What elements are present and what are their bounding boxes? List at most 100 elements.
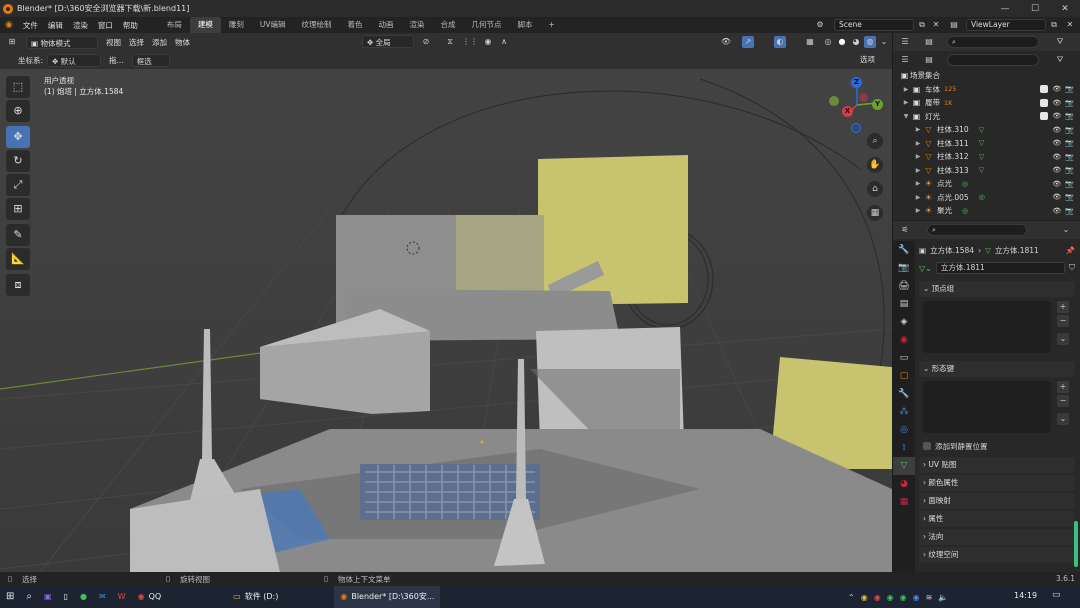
render-tab-icon[interactable]: 📷	[893, 259, 915, 277]
tab-compositing[interactable]: 合成	[432, 17, 463, 33]
gizmo-neg-z-icon[interactable]	[851, 123, 861, 133]
outliner-row[interactable]: ▶ ☀ 点光 ◎ 👁 📷	[893, 177, 1080, 191]
expand-arrow-icon[interactable]: ▼	[901, 113, 911, 120]
zoom-icon[interactable]: ⌕	[867, 133, 883, 149]
camera-icon[interactable]: 📷	[1065, 99, 1074, 107]
menu-view[interactable]: 视图	[102, 36, 125, 49]
wps-icon[interactable]: W	[112, 586, 132, 608]
color-attributes-panel-header[interactable]: › 颜色属性	[919, 475, 1075, 491]
tab-scripting[interactable]: 脚本	[509, 17, 540, 33]
expand-arrow-icon[interactable]: ▶	[901, 99, 911, 106]
tab-rendering[interactable]: 渲染	[401, 17, 432, 33]
tab-texture-paint[interactable]: 纹理绘制	[293, 17, 339, 33]
expand-arrow-icon[interactable]: ▶	[913, 126, 923, 133]
camera-icon[interactable]: 📷	[1065, 126, 1074, 134]
transform-icon[interactable]: ⊞	[6, 198, 30, 220]
taskbar-qq[interactable]: ◉ QQ	[132, 586, 168, 608]
drag-label[interactable]: 拖...	[105, 54, 128, 67]
mail-app-icon[interactable]: ✉	[93, 586, 112, 608]
options-dropdown[interactable]: 选项	[856, 53, 879, 66]
cursor-icon[interactable]: ⊕	[6, 100, 30, 122]
remove-vertex-group-icon[interactable]: −	[1057, 315, 1069, 327]
rendered-shading-icon[interactable]: ◍	[864, 36, 876, 48]
spotify-icon[interactable]: ●	[74, 586, 93, 608]
add-shape-key-icon[interactable]: +	[1057, 381, 1069, 393]
eye-icon[interactable]: 👁	[1052, 85, 1061, 93]
outliner-search-input[interactable]: ⌕	[947, 36, 1039, 48]
mesh-name-field[interactable]: 立方体.1811	[935, 262, 1065, 274]
expand-arrow-icon[interactable]: ▶	[901, 86, 911, 93]
chevron-up-icon[interactable]: ⌃	[848, 593, 855, 602]
volume-icon[interactable]: 🔈	[938, 593, 948, 602]
close-icon[interactable]: ✕	[1050, 4, 1080, 14]
remove-shape-key-icon[interactable]: −	[1057, 395, 1069, 407]
view-layer-tab-icon[interactable]: ▤	[893, 295, 915, 313]
expand-arrow-icon[interactable]: ▶	[913, 180, 923, 187]
filter-icon-2[interactable]: ⛛	[1054, 54, 1066, 66]
exclude-checkbox[interactable]	[1040, 98, 1049, 107]
eye-icon[interactable]: 👁	[1052, 126, 1061, 134]
menu-edit[interactable]: 编辑	[43, 20, 68, 31]
gizmo-neg-x-icon[interactable]	[859, 93, 868, 102]
wifi-icon[interactable]: ≋	[926, 593, 933, 602]
outliner-row[interactable]: ▶ ▽ 柱体.311 ▽ 👁 📷	[893, 137, 1080, 151]
taskbar-explorer[interactable]: ▭ 软件 (D:)	[227, 586, 284, 608]
menu-select[interactable]: 选择	[125, 36, 148, 49]
eye-icon[interactable]: 👁	[1052, 180, 1061, 188]
tray-app-icon-5[interactable]: ◉	[913, 593, 920, 602]
vertex-groups-panel-header[interactable]: ⌄ 顶点组	[919, 281, 1075, 297]
menu-window[interactable]: 窗口	[93, 20, 118, 31]
scene-new-icon[interactable]: ⧉	[916, 19, 928, 31]
vertex-group-menu-icon[interactable]: ⌄	[1057, 333, 1069, 345]
normals-panel-header[interactable]: › 法向	[919, 529, 1075, 545]
outliner-search-input-2[interactable]	[947, 54, 1039, 66]
expand-arrow-icon[interactable]: ▶	[913, 140, 923, 147]
scene-tab-icon[interactable]: ◈	[893, 313, 915, 331]
material-tab-icon[interactable]: ◕	[893, 475, 915, 493]
camera-icon[interactable]: 📷	[1065, 139, 1074, 147]
wireframe-shading-icon[interactable]: ◎	[822, 36, 834, 48]
filter-icon[interactable]: ⛛	[1054, 36, 1066, 48]
file-app-icon[interactable]: ▯	[58, 586, 74, 608]
clock[interactable]: 14:19	[1014, 591, 1037, 600]
select-mode-dropdown[interactable]: 框选	[131, 53, 170, 67]
vertex-groups-list[interactable]	[923, 301, 1051, 353]
attributes-panel-header[interactable]: › 属性	[919, 511, 1075, 527]
view-layer-field[interactable]: ViewLayer	[966, 19, 1046, 31]
eye-icon[interactable]: 👁	[1052, 166, 1061, 174]
camera-icon[interactable]: 📷	[1065, 180, 1074, 188]
tray-app-icon[interactable]: ◉	[861, 593, 868, 602]
tab-shading[interactable]: 着色	[339, 17, 370, 33]
camera-icon[interactable]: 📷	[1065, 207, 1074, 215]
windows-start-icon[interactable]: ⊞	[0, 586, 20, 608]
xray-icon[interactable]: ▦	[804, 36, 816, 48]
scale-icon[interactable]: ⤢	[6, 174, 30, 196]
menu-help[interactable]: 帮助	[118, 20, 143, 31]
outliner-row[interactable]: ▶ ☀ 聚光 ◎ 👁 📷	[893, 204, 1080, 218]
tool-tab-icon[interactable]: 🔧	[893, 241, 915, 259]
shape-key-menu-icon[interactable]: ⌄	[1057, 413, 1069, 425]
rotate-icon[interactable]: ↻	[6, 150, 30, 172]
menu-render[interactable]: 渲染	[68, 20, 93, 31]
menu-add[interactable]: 添加	[148, 36, 171, 49]
expand-arrow-icon[interactable]: ▶	[913, 153, 923, 160]
select-box-icon[interactable]: ⬚	[6, 76, 30, 98]
exclude-checkbox[interactable]	[1040, 112, 1049, 121]
taskbar-blender[interactable]: ◉ Blender* [D:\360安...	[334, 586, 441, 608]
snap-target-icon[interactable]: ⋮⋮	[462, 36, 478, 48]
scene-selector-icon[interactable]: ⚙	[814, 19, 826, 31]
editor-type-icon[interactable]: ⊞	[6, 36, 18, 48]
fake-user-shield-icon[interactable]: ⛉	[1069, 263, 1075, 273]
blender-menu-icon[interactable]: ◉	[0, 20, 18, 30]
tab-sculpt[interactable]: 雕刻	[221, 17, 252, 33]
visibility-icon[interactable]: 👁	[720, 36, 732, 48]
camera-icon[interactable]: 📷	[1065, 193, 1074, 201]
tab-uv-editing[interactable]: UV编辑	[252, 17, 294, 33]
world-tab-icon[interactable]: ◉	[893, 331, 915, 349]
outliner-row[interactable]: ▼ ▣ 灯光 👁 📷	[893, 110, 1080, 124]
scene-collection-row[interactable]: ▣ 场景集合	[893, 69, 1080, 83]
camera-icon[interactable]: 📷	[1065, 112, 1074, 120]
3d-viewport[interactable]: 用户透视 (1) 炮塔 | 立方体.1584 Z Y X ⌕ ✋ ⌂ ▦	[0, 69, 892, 572]
outliner-row[interactable]: ▶ ▣ 车体 125 👁 📷	[893, 83, 1080, 97]
tray-app-icon-3[interactable]: ◉	[887, 593, 894, 602]
